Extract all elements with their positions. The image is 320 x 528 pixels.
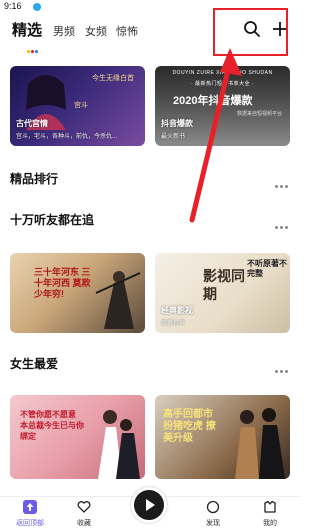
section-title-popular: 十万听友都在追 [10, 213, 95, 227]
card-art-text: 不管你愿不愿意 本总裁今生已与你绑定 [20, 410, 84, 441]
profile-icon [264, 500, 276, 513]
card-title: 古代宫情 [16, 119, 48, 128]
nav-back-to-top[interactable]: 返回顶部 [10, 500, 50, 528]
nav-label: 发现 [206, 520, 220, 527]
more-icon[interactable] [275, 175, 291, 188]
card-art-text: 今生无缘白首 [92, 75, 134, 82]
nav-discover[interactable]: 发现 [193, 500, 233, 528]
card-art-text: 高手回都市 扮猪吃虎 撩美升级 [163, 409, 216, 444]
more-icon[interactable] [275, 360, 291, 373]
nav-favorites[interactable]: 收藏 [64, 500, 104, 528]
couple-illustration [98, 410, 140, 479]
characters-illustration [235, 408, 285, 479]
card-subtitle: 原著有声 [161, 321, 186, 327]
arrow-up-icon [23, 500, 37, 514]
status-time: 9:16 [4, 1, 22, 11]
card-ancient-palace[interactable]: 今生无缘白首 宫斗 古代宫情 宫斗，宅斗，各种斗，前仇，今杀仇... [10, 66, 145, 146]
card-tag: 宫斗 [74, 102, 88, 109]
play-icon [146, 499, 155, 511]
card-corner-text: 不听原著不完整 [247, 259, 287, 278]
section-title-female-favorites: 女生最爱 [10, 357, 59, 371]
tab-male[interactable]: 男频 [53, 23, 75, 39]
circle-icon [206, 500, 220, 514]
tab-featured[interactable]: 精选 [12, 19, 42, 40]
tab-horror[interactable]: 惊怖 [116, 23, 138, 39]
nav-profile[interactable]: 我的 [250, 500, 290, 528]
warrior-illustration [95, 271, 141, 329]
card-art-text: 三十年河东 三十年河西 莫欺少年穷! [34, 267, 91, 299]
card-title: 经典影视 [161, 306, 193, 315]
section-title-ranking: 精品排行 [10, 172, 59, 186]
bottom-navigation: 返回顶部 收藏 发现 我的 [0, 487, 300, 528]
card-art-text: 影视同期 [203, 268, 245, 302]
notification-dot-icon [33, 3, 41, 11]
card-hedong-hexi[interactable]: 三十年河东 三十年河西 莫欺少年穷! [10, 253, 145, 333]
more-icon[interactable] [275, 216, 291, 229]
tab-female[interactable]: 女频 [85, 23, 107, 39]
play-button[interactable] [131, 487, 167, 523]
nav-label: 收藏 [77, 520, 91, 527]
card-classic-film[interactable]: 影视同期 不听原著不完整 经典影视 原著有声 [155, 253, 290, 333]
card-master-city[interactable]: 高手回都市 扮猪吃虎 撩美升级 [155, 395, 290, 479]
nav-label: 返回顶部 [16, 520, 44, 527]
heart-icon [77, 501, 91, 513]
nav-label: 我的 [263, 520, 277, 527]
card-ceo-romance[interactable]: 不管你愿不愿意 本总裁今生已与你绑定 [10, 395, 145, 479]
card-subtitle: 宫斗，宅斗，各种斗，前仇，今杀仇... [16, 134, 118, 140]
tab-indicator [27, 40, 41, 53]
highlight-arrow-icon [189, 48, 242, 223]
